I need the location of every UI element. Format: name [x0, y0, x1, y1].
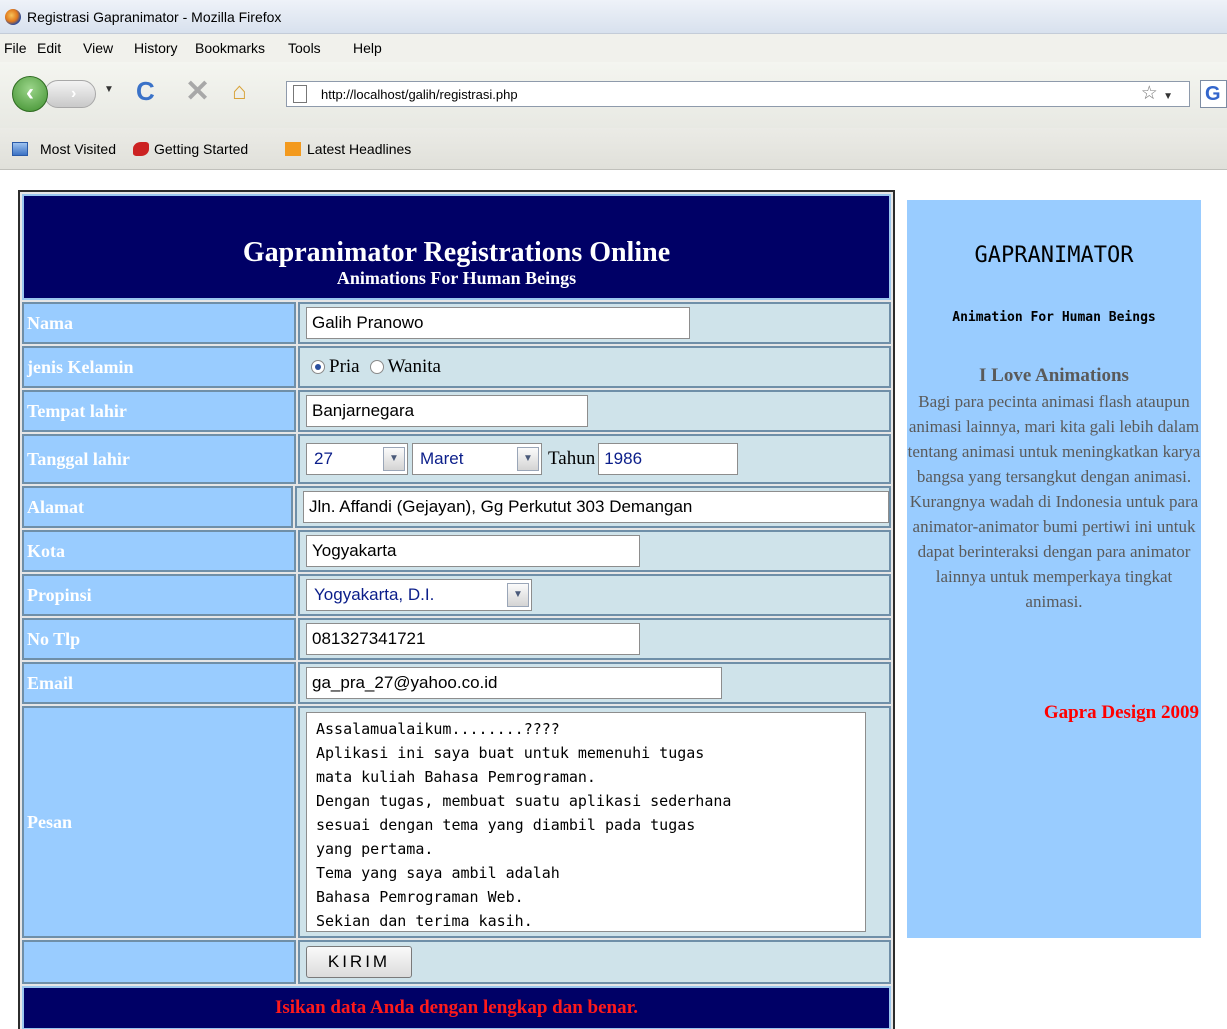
- tahun-input[interactable]: 1986: [598, 443, 739, 475]
- sidebar-body: Bagi para pecinta animasi flash ataupun …: [907, 392, 1201, 611]
- window-title: Registrasi Gapranimator - Mozilla Firefo…: [27, 9, 282, 25]
- propinsi-select-value: Yogyakarta, D.I.: [314, 585, 435, 604]
- row-pesan: Pesan Assalamualaikum........???? Aplika…: [22, 706, 891, 938]
- nama-input[interactable]: Galih Pranowo: [306, 307, 690, 339]
- bookmark-getting-started[interactable]: Getting Started: [154, 141, 248, 157]
- label-no-tlp: No Tlp: [22, 618, 296, 660]
- label-empty: [22, 940, 296, 984]
- kota-input[interactable]: Yogyakarta: [306, 535, 640, 567]
- menu-tools[interactable]: Tools: [288, 40, 321, 56]
- page-icon: [293, 85, 307, 103]
- registration-form: Gapranimator Registrations Online Animat…: [18, 190, 895, 1029]
- window-titlebar: Registrasi Gapranimator - Mozilla Firefo…: [0, 0, 1227, 34]
- form-header: Gapranimator Registrations Online Animat…: [22, 194, 891, 300]
- bookmarks-toolbar: Most Visited Getting Started Latest Head…: [0, 128, 1227, 170]
- label-tanggal-lahir: Tanggal lahir: [22, 434, 296, 484]
- row-propinsi: Propinsi Yogyakarta, D.I. ▼: [22, 574, 891, 616]
- page-content: Gapranimator Registrations Online Animat…: [0, 171, 1227, 1029]
- email-input[interactable]: ga_pra_27@yahoo.co.id: [306, 667, 722, 699]
- firefox-icon: [5, 9, 21, 25]
- rss-feed-icon: [285, 142, 301, 156]
- label-kota: Kota: [22, 530, 296, 572]
- menu-view[interactable]: View: [83, 40, 113, 56]
- sidebar: GAPRANIMATOR Animation For Human Beings …: [907, 200, 1201, 938]
- label-email: Email: [22, 662, 296, 704]
- label-tempat-lahir: Tempat lahir: [22, 390, 296, 432]
- row-submit: KIRIM: [22, 940, 891, 984]
- bookmark-star-icon[interactable]: ☆ ▼: [1141, 82, 1173, 105]
- navigation-toolbar: › ‹ ▼ C ✕ ⌂ http://localhost/galih/regis…: [0, 62, 1227, 128]
- radio-wanita[interactable]: [369, 360, 384, 374]
- form-title: Gapranimator Registrations Online: [242, 237, 671, 268]
- label-propinsi: Propinsi: [22, 574, 296, 616]
- menu-history[interactable]: History: [134, 40, 178, 56]
- radio-pria-label: Pria: [329, 356, 360, 377]
- form-footer-note: Isikan data Anda dengan lengkap dan bena…: [22, 986, 891, 1029]
- home-icon[interactable]: ⌂: [232, 78, 247, 106]
- row-jenis-kelamin: jenis Kelamin Pria Wanita: [22, 346, 891, 388]
- history-dropdown-icon[interactable]: ▼: [104, 84, 114, 95]
- row-tempat-lahir: Tempat lahir Banjarnegara: [22, 390, 891, 432]
- propinsi-select[interactable]: Yogyakarta, D.I. ▼: [306, 579, 532, 611]
- forward-button[interactable]: ›: [44, 80, 96, 108]
- chevron-down-icon[interactable]: ▼: [517, 447, 539, 471]
- label-nama: Nama: [22, 302, 296, 344]
- search-engine-icon[interactable]: G: [1200, 80, 1227, 108]
- form-subtitle: Animations For Human Beings: [336, 268, 577, 288]
- row-no-tlp: No Tlp 081327341721: [22, 618, 891, 660]
- row-email: Email ga_pra_27@yahoo.co.id: [22, 662, 891, 704]
- url-text: http://localhost/galih/registrasi.php: [321, 87, 518, 102]
- label-alamat: Alamat: [22, 486, 293, 528]
- row-tanggal-lahir: Tanggal lahir 27 ▼ Maret ▼ Tahun 1986: [22, 434, 891, 484]
- tempat-lahir-input[interactable]: Banjarnegara: [306, 395, 588, 427]
- sidebar-heading: I Love Animations: [979, 365, 1129, 386]
- bookmark-latest-headlines[interactable]: Latest Headlines: [307, 141, 411, 157]
- bookmark-most-visited[interactable]: Most Visited: [40, 141, 116, 157]
- reload-icon[interactable]: C: [136, 76, 155, 107]
- kirim-button[interactable]: KIRIM: [306, 946, 412, 978]
- back-button[interactable]: ‹: [12, 76, 48, 112]
- day-select-value: 27: [314, 449, 333, 468]
- most-visited-icon: [12, 142, 28, 156]
- alamat-input[interactable]: Jln. Affandi (Gejayan), Gg Perkutut 303 …: [303, 491, 889, 523]
- pesan-textarea[interactable]: Assalamualaikum........???? Aplikasi ini…: [306, 712, 866, 932]
- sidebar-title: GAPRANIMATOR: [974, 243, 1134, 268]
- radio-pria[interactable]: [311, 360, 325, 374]
- month-select-value: Maret: [420, 449, 464, 468]
- month-select[interactable]: Maret ▼: [412, 443, 542, 475]
- sidebar-subtitle: Animation For Human Beings: [952, 310, 1156, 325]
- menu-file[interactable]: File: [4, 40, 27, 56]
- sidebar-credit: Gapra Design 2009: [1043, 702, 1199, 723]
- menu-help[interactable]: Help: [353, 40, 382, 56]
- row-kota: Kota Yogyakarta: [22, 530, 891, 572]
- chevron-down-icon[interactable]: ▼: [507, 583, 529, 607]
- tahun-label: Tahun: [548, 448, 596, 469]
- menu-edit[interactable]: Edit: [37, 40, 61, 56]
- menu-bar: File Edit View History Bookmarks Tools H…: [0, 34, 1227, 62]
- row-alamat: Alamat Jln. Affandi (Gejayan), Gg Perkut…: [22, 486, 891, 528]
- label-pesan: Pesan: [22, 706, 296, 938]
- menu-bookmarks[interactable]: Bookmarks: [195, 40, 265, 56]
- stop-icon[interactable]: ✕: [185, 74, 210, 109]
- url-bar[interactable]: http://localhost/galih/registrasi.php ☆ …: [286, 81, 1190, 107]
- day-select[interactable]: 27 ▼: [306, 443, 408, 475]
- chevron-down-icon[interactable]: ▼: [383, 447, 405, 471]
- radio-wanita-label: Wanita: [387, 356, 441, 377]
- no-tlp-input[interactable]: 081327341721: [306, 623, 640, 655]
- row-nama: Nama Galih Pranowo: [22, 302, 891, 344]
- getting-started-icon: [133, 142, 149, 156]
- label-jenis-kelamin: jenis Kelamin: [22, 346, 296, 388]
